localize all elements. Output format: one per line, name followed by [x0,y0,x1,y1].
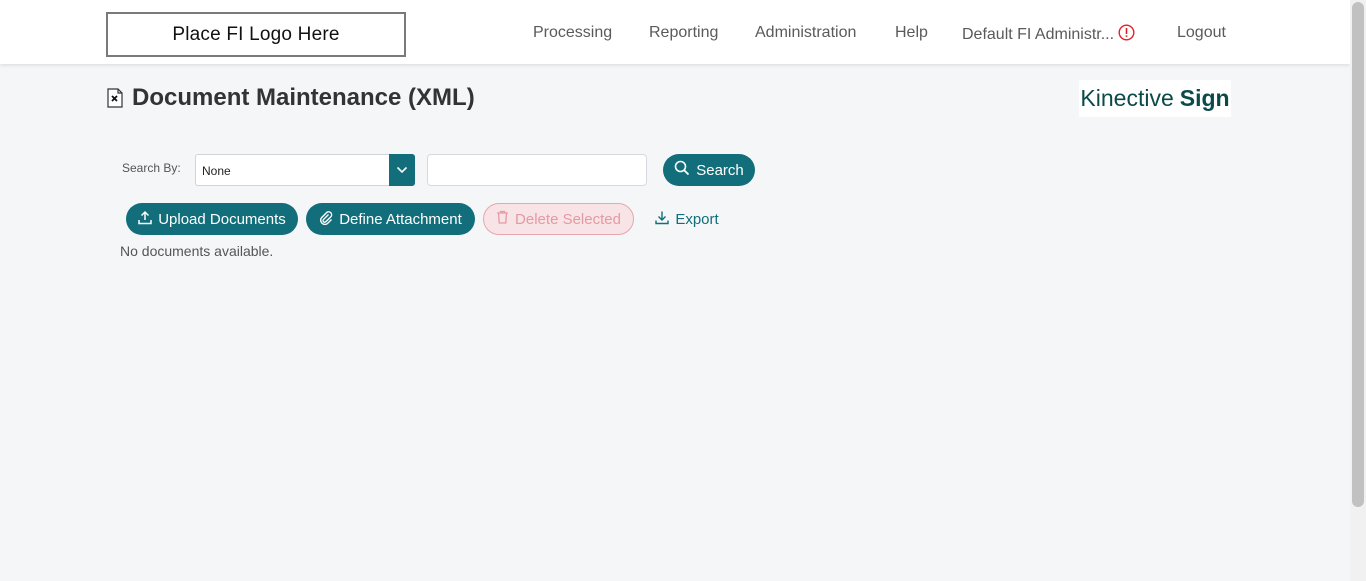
empty-state-message: No documents available. [120,243,274,259]
search-icon [674,160,696,180]
paperclip-icon [319,210,339,229]
kinective-sign-logo: Kinective Sign [1079,80,1231,117]
page-header: Document Maintenance (XML) [106,84,475,112]
search-button[interactable]: Search [663,154,755,186]
exclamation-circle-icon [1118,24,1135,46]
nav-reporting[interactable]: Reporting [649,24,718,42]
delete-selected-label: Delete Selected [515,210,621,228]
trash-icon [496,210,515,228]
define-attachment-label: Define Attachment [339,210,462,228]
nav-logout[interactable]: Logout [1177,24,1226,42]
export-button[interactable]: Export [648,203,726,235]
scrollbar-thumb[interactable] [1352,2,1364,507]
page-title: Document Maintenance (XML) [132,84,475,111]
define-attachment-button[interactable]: Define Attachment [306,203,475,235]
upload-icon [138,210,158,229]
nav-user-menu[interactable]: Default FI Administr... [962,24,1135,46]
upload-documents-label: Upload Documents [158,210,286,228]
search-by-label: Search By: [122,161,181,175]
nav-administration[interactable]: Administration [755,24,856,42]
fi-logo-placeholder[interactable]: Place FI Logo Here [106,12,406,57]
search-button-label: Search [696,161,744,179]
top-navigation-bar: Place FI Logo Here Processing Reporting … [0,0,1350,64]
fi-logo-text: Place FI Logo Here [172,23,340,45]
search-by-select[interactable]: None [195,154,415,186]
chevron-down-icon[interactable] [389,154,415,186]
nav-help[interactable]: Help [895,24,928,42]
search-by-value: None [202,164,231,178]
user-name: Default FI Administr... [962,26,1115,43]
download-icon [655,210,675,229]
export-label: Export [675,210,719,228]
nav-processing[interactable]: Processing [533,24,612,42]
upload-documents-button[interactable]: Upload Documents [126,203,298,235]
search-input[interactable] [427,154,647,186]
delete-selected-button[interactable]: Delete Selected [483,203,634,235]
vertical-scrollbar[interactable] [1350,0,1366,581]
document-icon [106,88,124,108]
brand-word-1: Kinective [1080,85,1174,111]
brand-word-2: Sign [1179,85,1230,111]
